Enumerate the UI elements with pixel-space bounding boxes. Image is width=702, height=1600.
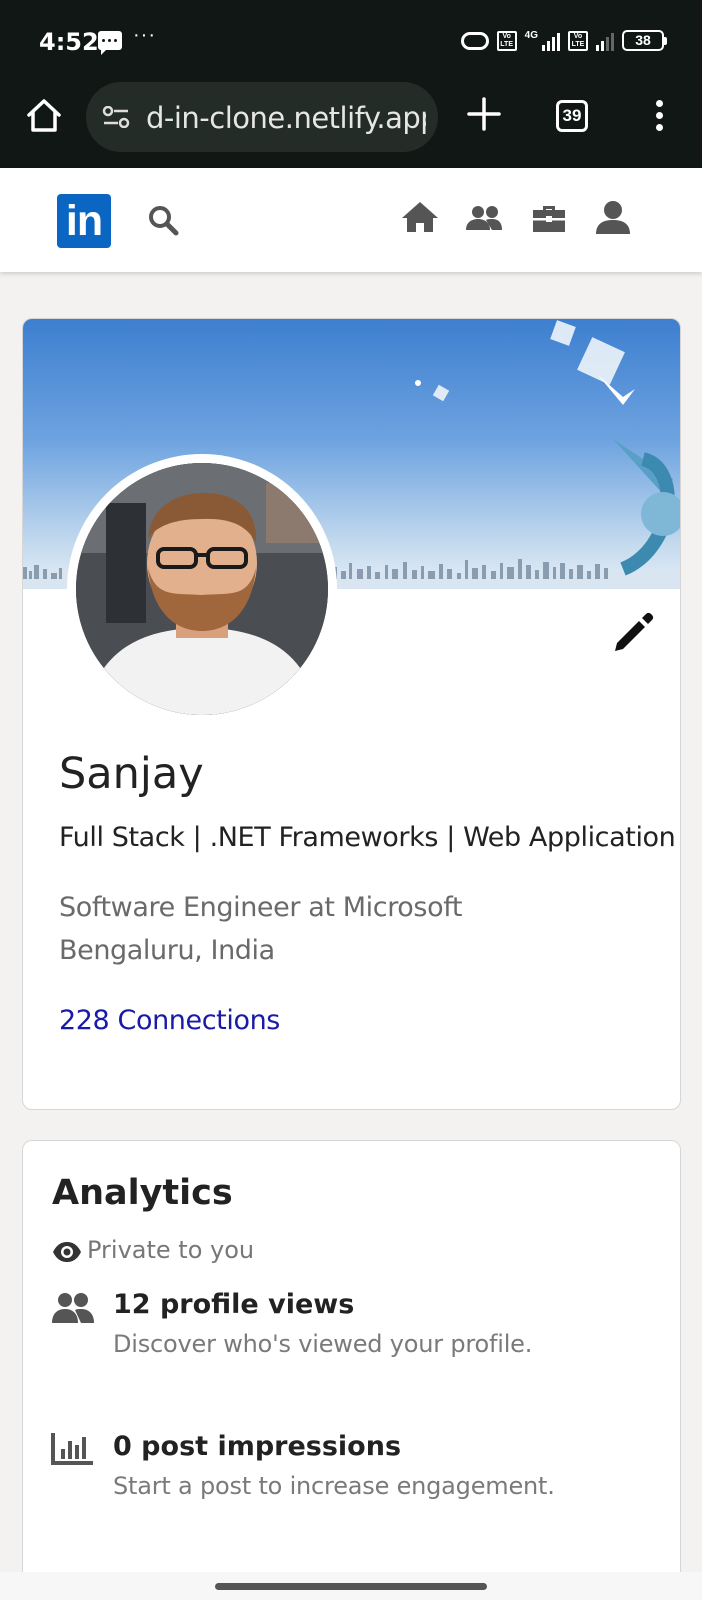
profile-icon[interactable]	[593, 198, 633, 238]
gesture-handle[interactable]	[215, 1583, 487, 1590]
address-bar[interactable]: d-in-clone.netlify.app	[86, 82, 438, 152]
app-header: in	[0, 168, 702, 272]
analytics-title: Analytics	[52, 1173, 233, 1213]
link-icon	[460, 31, 489, 50]
navigation-gesture-area	[0, 1572, 702, 1600]
visibility-label: Private to you	[87, 1236, 255, 1264]
profile-photo[interactable]	[67, 454, 337, 724]
url-text: d-in-clone.netlify.app	[146, 101, 426, 135]
edit-profile-icon[interactable]	[609, 609, 657, 657]
eye-icon	[53, 1242, 81, 1262]
people-icon[interactable]	[464, 198, 504, 238]
home-icon[interactable]	[24, 96, 64, 136]
volte-icon: Vo LTE	[496, 30, 517, 51]
message-notification-icon	[98, 31, 122, 55]
profile-job: Software Engineer at Microsoft	[59, 892, 463, 923]
jobs-icon[interactable]	[529, 198, 569, 238]
home-icon[interactable]	[400, 198, 440, 238]
more-notifications-icon: ···	[133, 24, 156, 46]
bar-chart-icon	[51, 1433, 93, 1465]
profile-headline: Full Stack | .NET Frameworks | Web Appli…	[59, 822, 676, 853]
signal-icon	[542, 31, 560, 51]
network-type-label: 4G	[524, 30, 538, 41]
profile-card: Sanjay Full Stack | .NET Frameworks | We…	[22, 318, 681, 1110]
status-icons: Vo LTE 4G Vo LTE 38	[460, 30, 667, 51]
volte-icon-2: Vo LTE	[568, 30, 588, 51]
analytics-card: Analytics Private to you 12 profile view…	[22, 1140, 681, 1580]
profile-location: Bengaluru, India	[59, 935, 275, 966]
stat-description: Discover who's viewed your profile.	[113, 1330, 533, 1358]
people-icon	[52, 1293, 94, 1323]
battery-icon: 38	[622, 30, 667, 51]
connections-link[interactable]: 228 Connections	[59, 1005, 280, 1036]
stat-title: 12 profile views	[113, 1289, 355, 1320]
more-menu-icon[interactable]	[654, 100, 664, 132]
browser-toolbar: d-in-clone.netlify.app 39	[0, 82, 702, 168]
search-icon[interactable]	[147, 204, 181, 238]
status-bar: 4:52 ··· Vo LTE 4G Vo LTE 38	[0, 0, 702, 82]
status-time: 4:52	[39, 28, 99, 56]
stat-description: Start a post to increase engagement.	[113, 1472, 555, 1500]
profile-name: Sanjay	[59, 749, 204, 799]
stat-title: 0 post impressions	[113, 1431, 402, 1462]
new-tab-icon[interactable]	[466, 96, 502, 132]
linkedin-logo[interactable]: in	[57, 194, 111, 248]
site-settings-icon[interactable]	[102, 106, 130, 128]
signal-icon-2	[596, 31, 614, 51]
tab-switcher-button[interactable]: 39	[556, 100, 588, 132]
